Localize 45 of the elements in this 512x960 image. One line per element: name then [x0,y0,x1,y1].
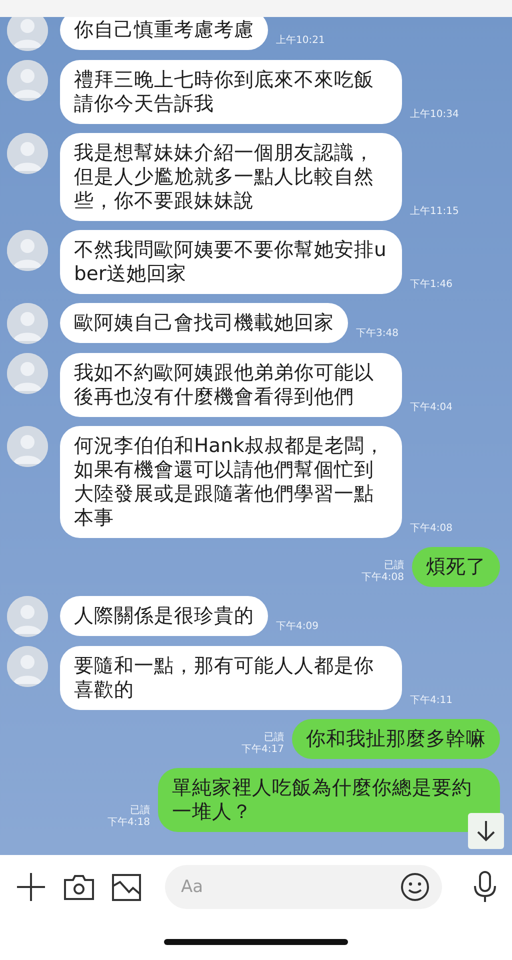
avatar-icon[interactable] [7,17,48,51]
message-bubble: 你自己慎重考慮考慮 [60,17,268,50]
read-receipt: 已讀 [130,805,150,817]
avatar-icon[interactable] [7,646,48,687]
scroll-down-button[interactable] [468,813,504,849]
message-field[interactable]: Aa [165,865,442,909]
message-time: 下午4:04 [410,402,452,415]
message-bubble: 你和我扯那麼多幹嘛 [292,719,500,759]
message-bubble: 要隨和一點，那有可能人人都是你喜歡的 [60,646,402,710]
read-receipt: 已讀 [264,732,284,744]
message-bubble: 禮拜三晚上七時你到底來不來吃飯請你今天告訴我 [60,60,402,124]
avatar-icon[interactable] [7,230,48,271]
message-time: 下午1:46 [410,279,452,292]
message-bubble: 歐阿姨自己會找司機載她回家 [60,303,348,343]
avatar-icon[interactable] [7,353,48,394]
avatar-icon[interactable] [7,303,48,344]
message-bubble: 單純家裡人吃飯為什麼你總是要約一堆人？ [158,768,500,832]
message-time: 下午3:48 [356,328,398,341]
message-time: 下午4:08 [410,523,452,536]
message-bubble: 人際關係是很珍貴的 [60,596,268,636]
image-icon[interactable] [112,874,141,900]
message-time: 下午4:11 [410,695,452,708]
message-input[interactable]: Aa [165,865,400,909]
message-bubble: 不然我問歐阿姨要不要你幫她安排uber送她回家 [60,230,402,294]
smiley-icon[interactable] [400,872,430,902]
plus-icon[interactable] [16,872,46,902]
message-time: 下午4:08 [362,572,404,584]
message-time: 上午10:21 [276,35,325,48]
message-time: 下午4:09 [276,621,318,634]
message-bubble: 我如不約歐阿姨跟他弟弟你可能以後再也沒有什麼機會看得到他們 [60,353,402,417]
message-bubble: 煩死了 [412,547,500,587]
message-time: 上午11:15 [410,206,459,219]
message-time: 下午4:18 [108,817,150,829]
down-arrow-icon [476,820,496,842]
avatar-icon[interactable] [7,596,48,637]
message-time: 上午10:34 [410,109,459,122]
avatar-icon[interactable] [7,133,48,174]
read-receipt: 已讀 [384,560,404,572]
message-time: 下午4:17 [242,744,284,756]
message-bubble: 何況李伯伯和Hank叔叔都是老闆，如果有機會還可以請他們幫個忙到大陸發展或是跟隨著他們學習一點本事 [60,426,402,538]
avatar-icon[interactable] [7,426,48,467]
message-bubble: 我是想幫妹妹介紹一個朋友認識，但是人少尷尬就多一點人比較自然些，你不要跟妹妹說 [60,133,402,221]
microphone-icon[interactable] [472,871,498,903]
avatar-icon[interactable] [7,60,48,101]
camera-icon[interactable] [64,874,94,900]
